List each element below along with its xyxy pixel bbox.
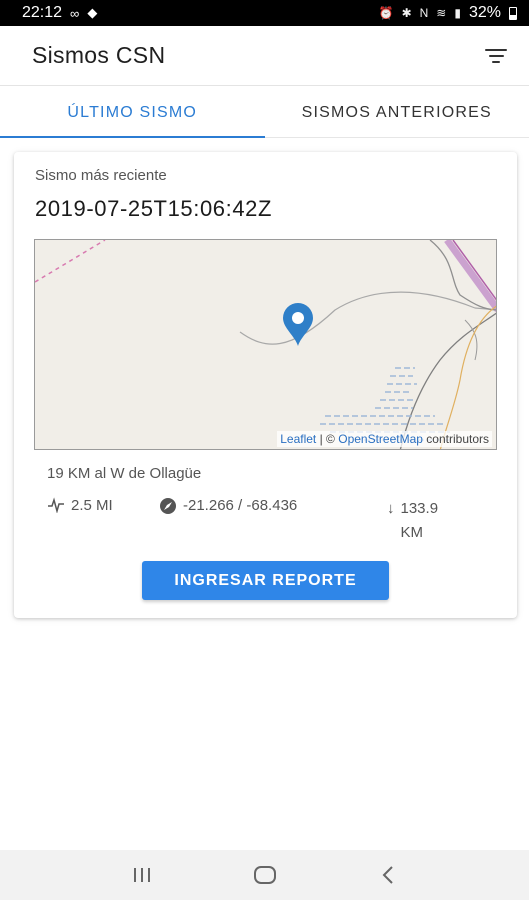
earthquake-card: Sismo más reciente 2019-07-25T15:06:42Z: [14, 152, 517, 618]
back-button[interactable]: [368, 855, 408, 895]
leaflet-link[interactable]: Leaflet: [280, 432, 316, 446]
system-nav-bar: [0, 850, 529, 900]
recent-apps-button[interactable]: [122, 855, 162, 895]
battery-icon: [509, 6, 517, 20]
alarm-icon: ⏰: [378, 6, 394, 20]
link-icon: ∞: [70, 5, 80, 21]
shield-icon: ◆: [87, 5, 98, 20]
filter-icon[interactable]: [481, 41, 511, 71]
app-bar: Sismos CSN: [0, 26, 529, 86]
compass-icon: [160, 498, 176, 514]
bluetooth-icon: ✱: [401, 6, 412, 20]
coordinates-value: -21.266 / -68.436: [183, 497, 298, 514]
status-time: 22:12: [22, 4, 63, 21]
tab-sismos-anteriores[interactable]: SISMOS ANTERIORES: [265, 88, 529, 137]
card-subtitle: Sismo más reciente: [35, 167, 167, 184]
tab-ultimo-sismo[interactable]: ÚLTIMO SISMO: [0, 88, 265, 138]
attribution-suffix: contributors: [426, 432, 489, 446]
nfc-icon: N: [419, 6, 429, 20]
back-icon: [382, 866, 393, 884]
depth-stat: ↓ 133.9 KM: [387, 497, 477, 545]
signal-icon: ▮: [454, 6, 461, 20]
report-button[interactable]: INGRESAR REPORTE: [142, 561, 389, 600]
status-right: ⏰ ✱ N ≋ ▮ 32%: [379, 4, 517, 22]
earthquake-stats: 2.5 MI -21.266 / -68.436 ↓ 133.9 KM: [47, 497, 487, 545]
depth-value: 133.9 KM: [400, 500, 439, 541]
earthquake-datetime: 2019-07-25T15:06:42Z: [35, 196, 273, 221]
pulse-icon: [48, 497, 64, 513]
app-title: Sismos CSN: [32, 42, 166, 68]
magnitude-value: 2.5 MI: [71, 497, 113, 514]
wifi-icon: ≋: [436, 6, 447, 20]
coordinates-stat: -21.266 / -68.436: [159, 497, 297, 515]
arrow-down-icon: ↓: [387, 500, 395, 517]
openstreetmap-link[interactable]: OpenStreetMap: [338, 432, 423, 446]
map-tiles: [35, 240, 496, 449]
earthquake-location: 19 KM al W de Ollagüe: [47, 465, 202, 482]
status-left: 22:12 ∞ ◆: [22, 4, 97, 22]
home-icon: [253, 866, 276, 884]
map-attribution: Leaflet | © OpenStreetMap contributors: [277, 431, 492, 447]
recent-apps-icon: [133, 868, 150, 882]
map[interactable]: Leaflet | © OpenStreetMap contributors: [34, 239, 497, 450]
tab-bar: ÚLTIMO SISMO SISMOS ANTERIORES: [0, 88, 529, 138]
magnitude-stat: 2.5 MI: [47, 497, 113, 514]
attribution-separator: | ©: [319, 432, 335, 446]
status-bar: 22:12 ∞ ◆ ⏰ ✱ N ≋ ▮ 32%: [0, 0, 529, 26]
map-marker-icon[interactable]: [281, 302, 315, 348]
home-button[interactable]: [245, 855, 285, 895]
battery-percent: 32%: [468, 4, 501, 21]
